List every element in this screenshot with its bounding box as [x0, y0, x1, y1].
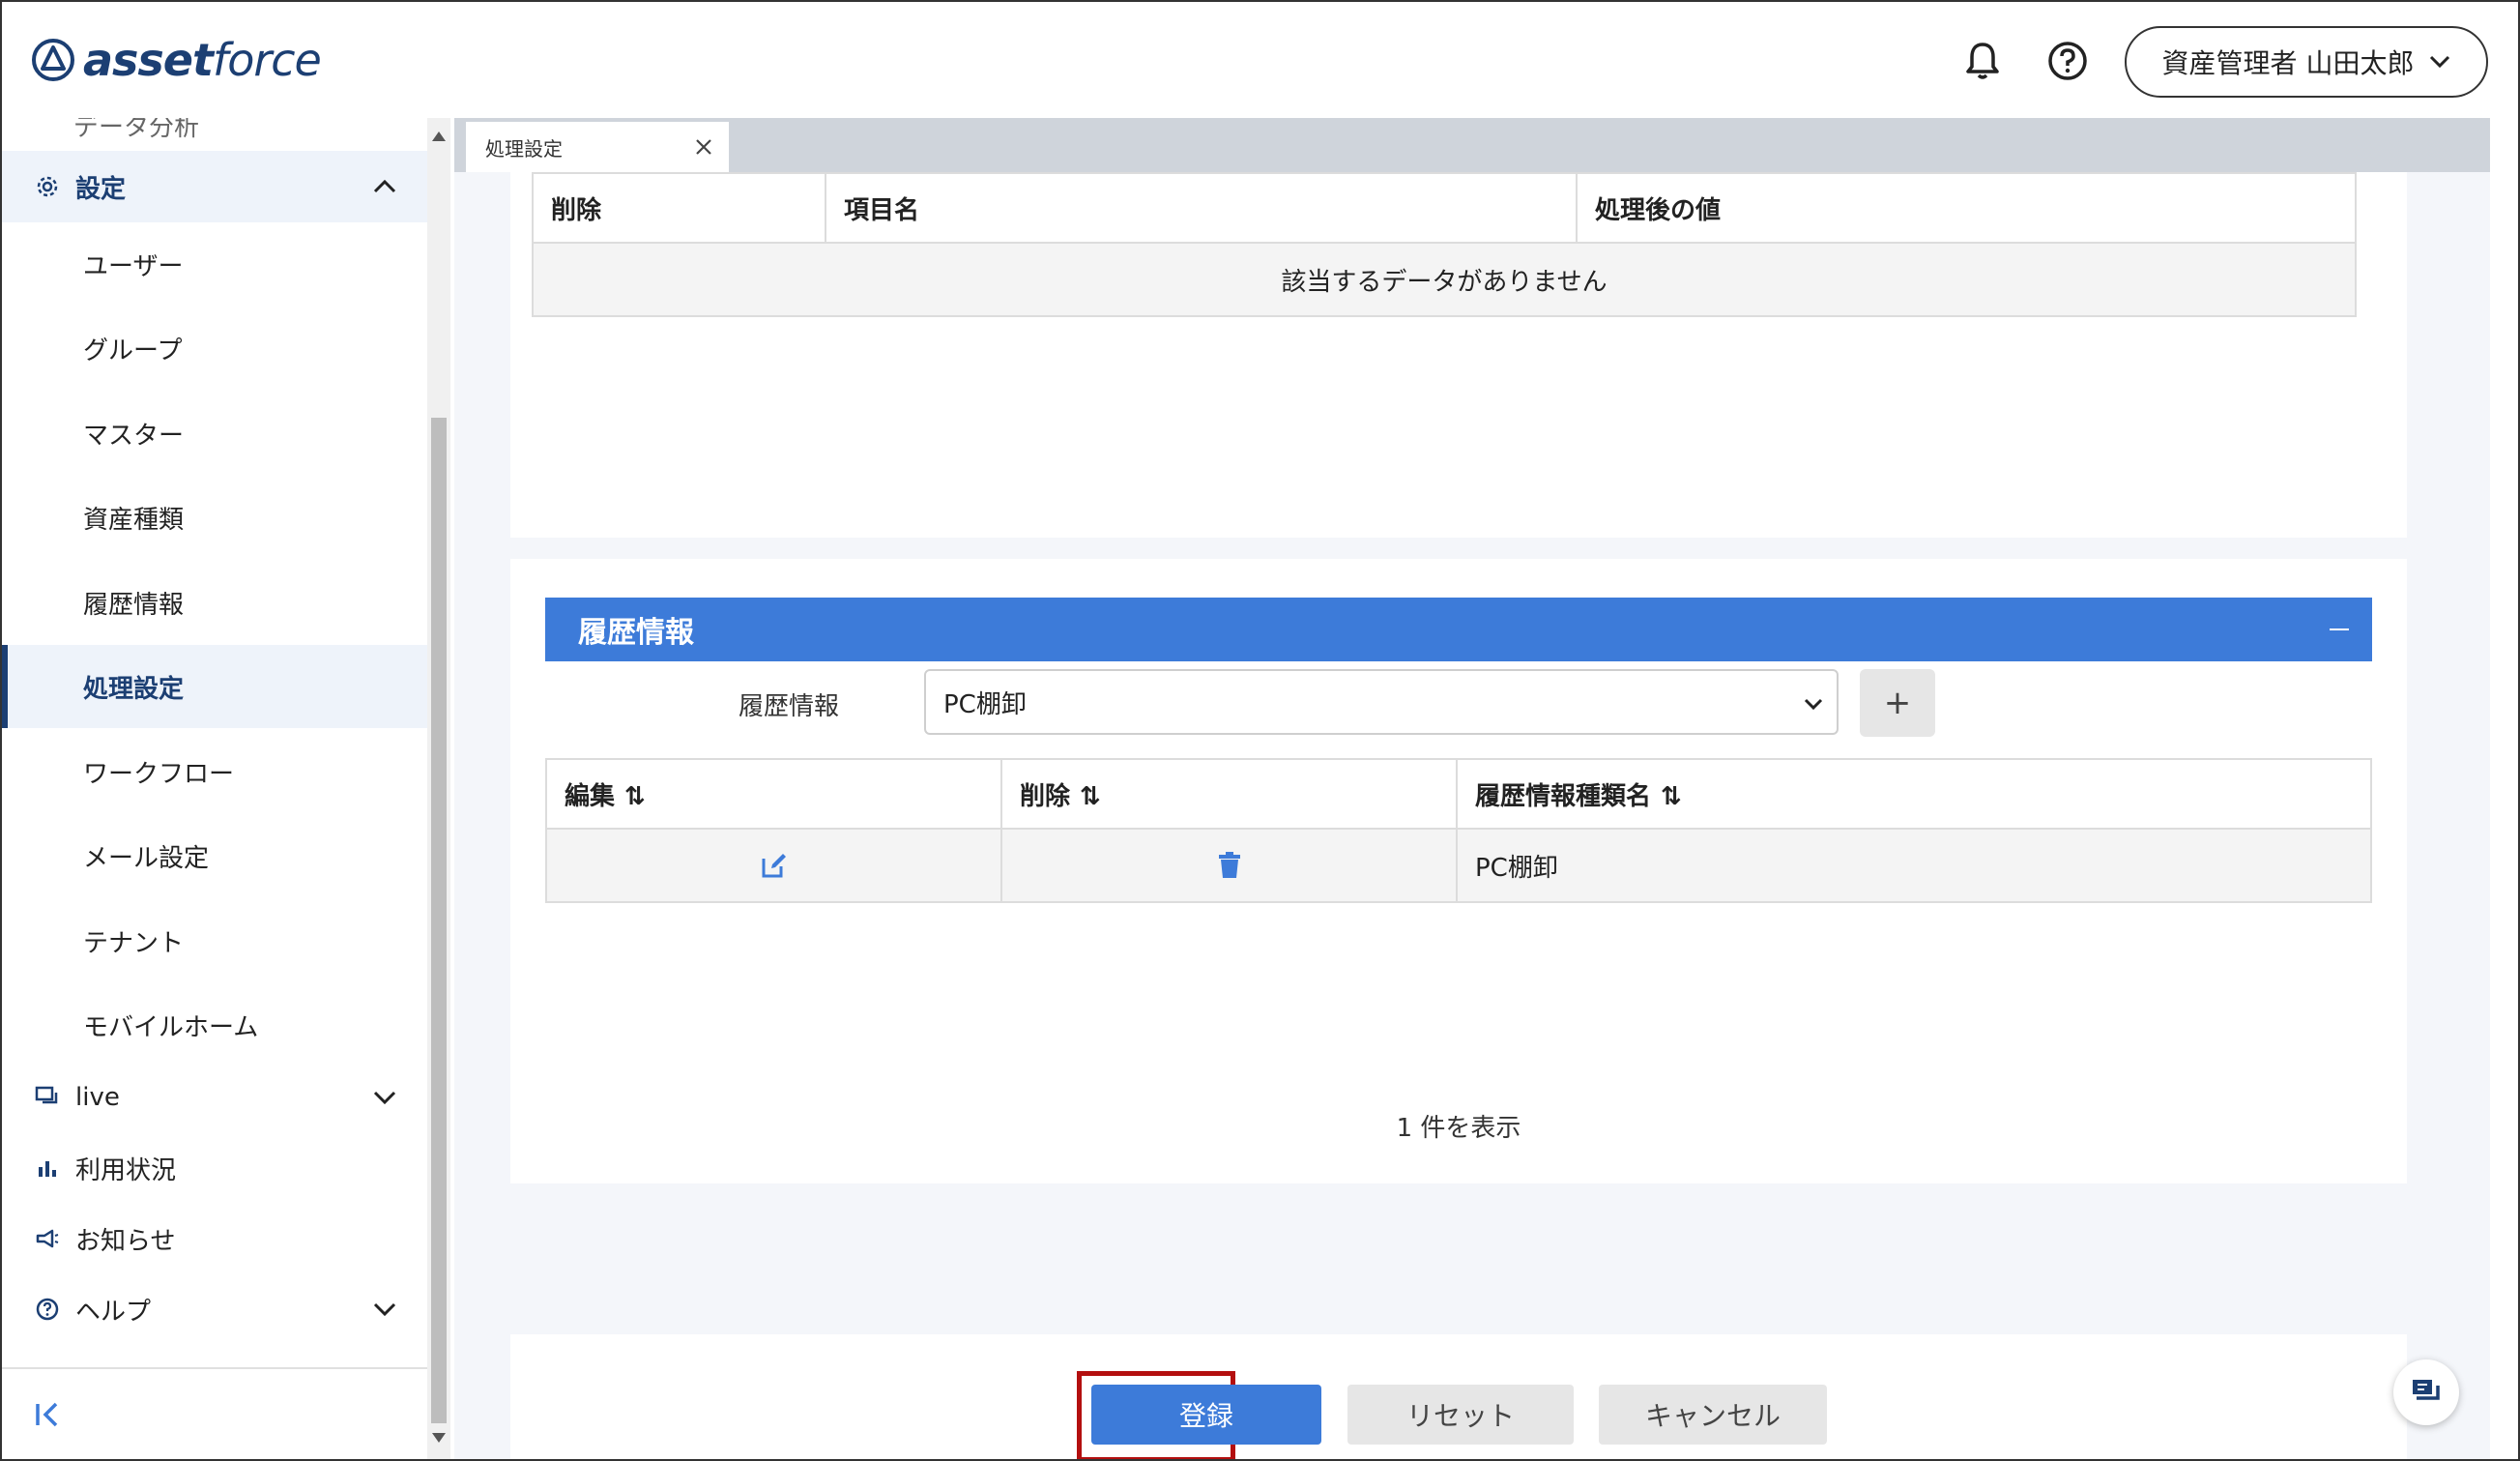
empty-message: 該当するデータがありません: [532, 242, 2357, 317]
trash-icon[interactable]: [1217, 851, 1242, 880]
column-header-delete[interactable]: 削除 ⇅: [1000, 758, 1458, 830]
sidebar-item-users[interactable]: ユーザー: [2, 222, 427, 306]
chevron-down-icon: [2430, 55, 2450, 69]
cancel-button[interactable]: キャンセル: [1599, 1385, 1827, 1445]
asset-force-logo-icon: [32, 39, 74, 81]
edit-icon[interactable]: [760, 851, 789, 880]
logo-text: assetforce: [83, 34, 322, 86]
history-info-card: 履歴情報 履歴情報 PC棚卸 + 編集 ⇅ 削除 ⇅ 履歴情報種類名 ⇅ PC棚…: [510, 559, 2407, 1183]
collapse-sidebar-icon[interactable]: [33, 1400, 62, 1429]
sidebar-item-data-analysis[interactable]: データ分析: [2, 118, 427, 139]
sidebar-item-master[interactable]: マスター: [2, 392, 427, 475]
chevron-down-icon: [1804, 698, 1823, 710]
gear-icon: [37, 176, 58, 197]
tab-bar: 処理設定: [454, 118, 2490, 172]
sort-icon[interactable]: ⇅: [624, 782, 646, 811]
sidebar: データ分析 設定 ユーザー グループ マスター 資産種類 履歴情報 処理設定 ワ…: [2, 118, 427, 1459]
chevron-down-icon: [373, 1302, 396, 1316]
main-content: 処理設定 削除 項目名 処理後の値 該当するデータがありません 履歴情報 履歴情…: [454, 118, 2490, 1459]
sidebar-item-workflow[interactable]: ワークフロー: [2, 730, 427, 813]
column-header-delete: 削除: [532, 172, 826, 244]
top-header: assetforce 資産管理者 山田太郎: [2, 2, 2518, 118]
chevron-down-icon: [373, 1091, 396, 1104]
reset-button[interactable]: リセット: [1347, 1385, 1574, 1445]
sort-icon[interactable]: ⇅: [1080, 782, 1101, 811]
chat-icon: [2413, 1380, 2440, 1400]
history-panel-header[interactable]: 履歴情報: [545, 598, 2372, 661]
sidebar-item-asset-types[interactable]: 資産種類: [2, 476, 427, 559]
sidebar-item-history-info[interactable]: 履歴情報: [2, 561, 427, 644]
edit-cell: [545, 828, 1002, 903]
sidebar-item-tenant[interactable]: テナント: [2, 899, 427, 982]
add-history-button[interactable]: +: [1860, 669, 1935, 737]
history-type-select[interactable]: PC棚卸: [924, 669, 1839, 735]
bell-icon[interactable]: [1960, 39, 2005, 83]
column-header-edit[interactable]: 編集 ⇅: [545, 758, 1002, 830]
tab-processing-settings[interactable]: 処理設定: [466, 122, 729, 172]
delete-cell: [1000, 828, 1458, 903]
history-table: 編集 ⇅ 削除 ⇅ 履歴情報種類名 ⇅ PC棚卸: [545, 758, 2372, 903]
floating-chat-button[interactable]: [2393, 1359, 2459, 1425]
sidebar-item-mail-settings[interactable]: メール設定: [2, 814, 427, 897]
scroll-up-arrow-icon[interactable]: [432, 131, 446, 141]
history-field-label: 履歴情報: [739, 692, 840, 721]
close-icon[interactable]: [694, 137, 713, 157]
sidebar-scroll-thumb[interactable]: [431, 418, 447, 1423]
user-name: 資産管理者 山田太郎: [2161, 47, 2415, 79]
asset-force-logo[interactable]: assetforce: [31, 31, 322, 89]
chat-icon: [35, 1086, 58, 1104]
bar-chart-icon: [39, 1161, 56, 1177]
sidebar-item-news[interactable]: お知らせ: [2, 1212, 427, 1266]
app-window: assetforce 資産管理者 山田太郎 データ分析 設定 ユーザー グループ…: [0, 0, 2520, 1461]
sidebar-divider: [2, 1367, 427, 1369]
sort-icon[interactable]: ⇅: [1661, 782, 1682, 811]
sidebar-item-help[interactable]: ヘルプ: [2, 1282, 427, 1336]
column-header-item-name: 項目名: [825, 172, 1578, 244]
help-circle-icon: [36, 1298, 59, 1321]
megaphone-icon: [36, 1229, 59, 1248]
sidebar-scrollbar[interactable]: [427, 118, 450, 1459]
register-button[interactable]: 登録: [1091, 1385, 1321, 1445]
sidebar-item-mobile-home[interactable]: モバイルホーム: [2, 983, 427, 1067]
sidebar-item-processing-settings[interactable]: 処理設定: [2, 645, 427, 728]
help-circle-icon[interactable]: [2045, 39, 2090, 83]
scroll-down-arrow-icon[interactable]: [432, 1433, 446, 1443]
sidebar-item-settings[interactable]: 設定: [2, 151, 427, 222]
delete-items-card: 削除 項目名 処理後の値 該当するデータがありません: [510, 172, 2407, 538]
column-header-history-type-name[interactable]: 履歴情報種類名 ⇅: [1456, 758, 2372, 830]
sidebar-item-groups[interactable]: グループ: [2, 307, 427, 390]
history-type-name-cell: PC棚卸: [1456, 828, 2372, 903]
delete-items-table: 削除 項目名 処理後の値 該当するデータがありません: [532, 172, 2357, 317]
table-row: PC棚卸: [545, 828, 2372, 903]
user-menu-button[interactable]: 資産管理者 山田太郎: [2125, 26, 2488, 98]
collapse-minus-icon[interactable]: [2330, 628, 2349, 630]
result-count: 1 件を表示: [1396, 1114, 1521, 1143]
sidebar-item-live[interactable]: live: [2, 1070, 427, 1125]
column-header-processed-value: 処理後の値: [1576, 172, 2357, 244]
sidebar-item-usage[interactable]: 利用状況: [2, 1141, 427, 1195]
chevron-up-icon: [373, 180, 396, 193]
